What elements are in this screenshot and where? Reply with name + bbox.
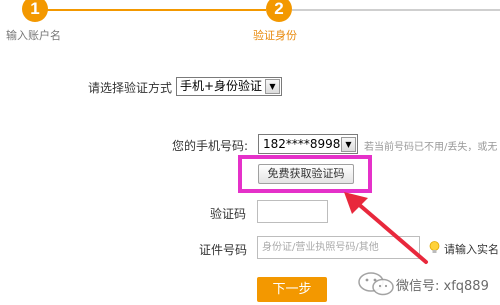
phone-select-value: 182****8998 [263, 137, 341, 151]
method-label: 请选择验证方式 [88, 81, 173, 95]
lightbulb-icon [429, 241, 440, 253]
phone-label: 您的手机号码: [172, 139, 249, 153]
step-1-circle: 1 [22, 0, 48, 22]
phone-select[interactable]: 182****8998 ▼ [258, 134, 358, 154]
get-code-button[interactable]: 免费获取验证码 [258, 164, 354, 184]
progress-line-pending [292, 9, 500, 11]
red-arrow-icon [344, 192, 428, 264]
dropdown-arrow-icon[interactable]: ▼ [341, 137, 356, 152]
code-input[interactable] [257, 200, 328, 223]
phone-hint-text: 若当前号码已不用/丢失，或无 [364, 142, 498, 153]
id-label: 证件号码 [199, 243, 248, 257]
step-1-label: 输入账户名 [6, 29, 61, 42]
method-select-value: 手机+身份验证 [180, 79, 263, 93]
next-button[interactable]: 下一步 [257, 277, 327, 302]
id-hint-text: 请输入实名 [444, 243, 499, 256]
dropdown-arrow-icon[interactable]: ▼ [265, 79, 280, 94]
method-select[interactable]: 手机+身份验证 ▼ [176, 77, 282, 96]
step-2-label: 验证身份 [253, 29, 297, 42]
progress-line-done [40, 9, 266, 11]
step-2-circle: 2 [266, 0, 292, 22]
watermark-text: 微信号: xfq889 [396, 279, 489, 294]
code-label: 验证码 [210, 207, 247, 221]
